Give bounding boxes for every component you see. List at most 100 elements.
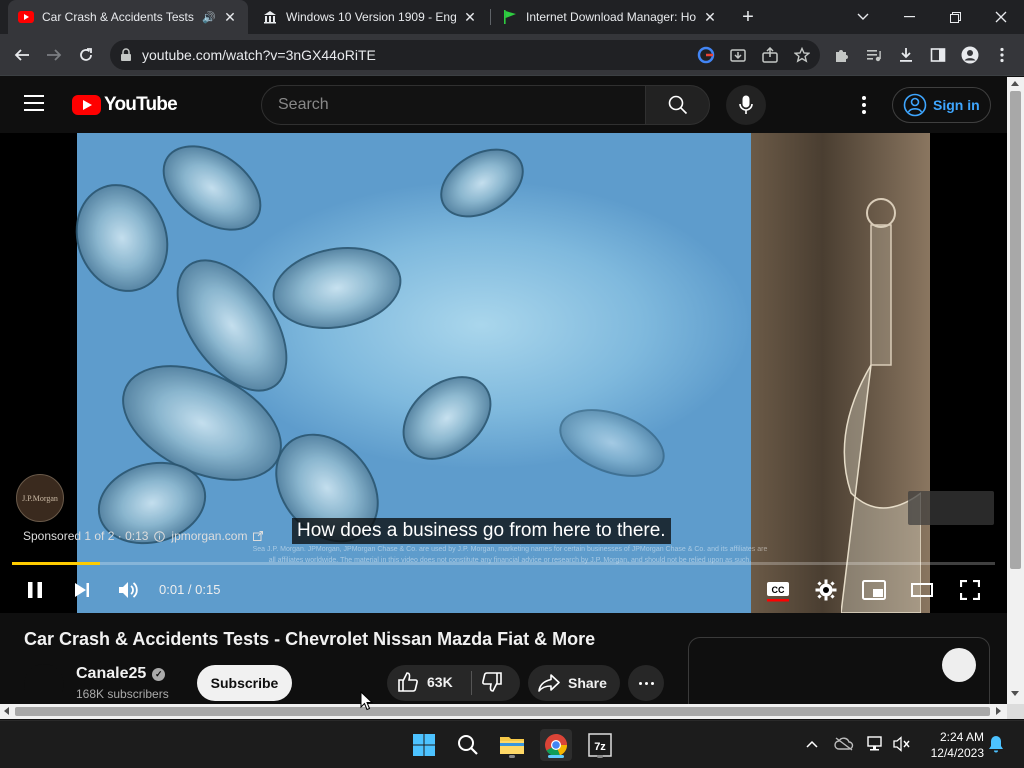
volume-muted-icon[interactable]	[892, 734, 912, 754]
network-icon[interactable]	[866, 734, 886, 754]
url-text[interactable]: youtube.com/watch?v=3nGX44oRiTE	[142, 47, 376, 63]
side-panel-avatar[interactable]	[942, 648, 976, 682]
channel-avatar[interactable]	[24, 664, 64, 704]
sign-in-button[interactable]: Sign in	[892, 87, 991, 123]
advertiser-logo[interactable]: J.P.Morgan	[16, 474, 64, 522]
svg-text:CC: CC	[772, 585, 785, 595]
minimize-button[interactable]	[886, 0, 932, 34]
browser-toolbar: youtube.com/watch?v=3nGX44oRiTE	[0, 34, 1024, 76]
horizontal-scrollbar[interactable]	[0, 704, 1007, 719]
scroll-right-arrow-icon[interactable]	[996, 707, 1001, 715]
fullscreen-button[interactable]	[955, 575, 985, 605]
notification-bell-icon[interactable]	[986, 734, 1006, 754]
theater-mode-button[interactable]	[907, 575, 937, 605]
cell-shape	[386, 359, 508, 477]
google-lens-icon[interactable]	[696, 45, 716, 65]
channel-name-row[interactable]: Canale25 ✓	[76, 665, 166, 683]
youtube-logo[interactable]: YouTube	[72, 94, 178, 116]
close-tab-icon[interactable]: ✕	[702, 9, 718, 25]
thumbs-down-icon	[482, 672, 502, 692]
more-actions-button[interactable]	[628, 665, 664, 701]
subscribe-button[interactable]: Subscribe	[197, 665, 292, 701]
info-icon[interactable]	[154, 530, 166, 542]
downloads-icon[interactable]	[892, 41, 920, 69]
external-link-icon[interactable]	[253, 531, 264, 541]
next-ad-thumbnail[interactable]	[908, 491, 994, 525]
share-page-icon[interactable]	[760, 45, 780, 65]
miniplayer-button[interactable]	[859, 575, 889, 605]
scroll-down-arrow-icon[interactable]	[1011, 691, 1019, 696]
bookmark-star-icon[interactable]	[792, 45, 812, 65]
dislike-button[interactable]	[481, 671, 503, 698]
settings-kebab-icon[interactable]	[852, 93, 876, 117]
tab-idm[interactable]: Internet Download Manager: Hov ✕	[492, 0, 728, 34]
advertiser-link[interactable]: jpmorgan.com	[171, 529, 247, 543]
onedrive-offline-icon[interactable]	[834, 734, 854, 754]
close-window-button[interactable]	[978, 0, 1024, 34]
pause-button[interactable]	[20, 575, 50, 605]
menu-hamburger-icon[interactable]	[24, 95, 48, 115]
youtube-header: YouTube Search Sign in	[0, 77, 1007, 133]
sign-in-label: Sign in	[933, 97, 980, 113]
new-tab-button[interactable]: +	[736, 5, 760, 29]
account-circle-icon	[903, 93, 927, 117]
progress-bar[interactable]	[12, 562, 995, 565]
vertical-scrollbar[interactable]	[1007, 77, 1024, 704]
browser-menu-icon[interactable]	[988, 41, 1016, 69]
search-input[interactable]: Search	[261, 85, 646, 125]
restore-button[interactable]	[932, 0, 978, 34]
address-bar[interactable]: youtube.com/watch?v=3nGX44oRiTE	[110, 40, 820, 70]
media-queue-icon[interactable]	[860, 41, 888, 69]
volume-button[interactable]	[114, 575, 144, 605]
close-tab-icon[interactable]: ✕	[222, 9, 238, 25]
scroll-left-arrow-icon[interactable]	[4, 707, 9, 715]
vertical-scroll-thumb[interactable]	[1010, 91, 1021, 569]
sponsored-text: Sponsored 1 of 2 · 0:13	[23, 529, 149, 543]
show-hidden-icons-chevron[interactable]	[802, 734, 822, 754]
video-player[interactable]: J.P.Morgan Sponsored 1 of 2 · 0:13 jpmor…	[0, 133, 1007, 613]
captions-button[interactable]: CC	[763, 575, 793, 605]
tab-car-crash[interactable]: Car Crash & Accidents Tests 🔊 ✕	[8, 0, 248, 34]
tab-windows-10[interactable]: Windows 10 Version 1909 - Engli ✕	[252, 0, 488, 34]
extensions-puzzle-icon[interactable]	[828, 41, 856, 69]
like-divider	[471, 671, 472, 695]
youtube-favicon-icon	[18, 9, 34, 25]
side-panel-icon[interactable]	[924, 41, 952, 69]
next-button[interactable]	[67, 575, 97, 605]
settings-button[interactable]	[811, 575, 841, 605]
cell-shape	[550, 395, 674, 491]
subscriber-count: 168K subscribers	[76, 687, 169, 701]
start-button[interactable]	[408, 729, 440, 761]
install-app-icon[interactable]	[728, 45, 748, 65]
close-tab-icon[interactable]: ✕	[462, 9, 478, 25]
share-button[interactable]: Share	[528, 665, 620, 701]
svg-text:7z: 7z	[594, 741, 606, 753]
channel-name[interactable]: Canale25	[76, 665, 146, 683]
tab-search-chevron-icon[interactable]	[840, 0, 886, 34]
chrome-taskbar-button[interactable]	[540, 729, 572, 761]
file-explorer-button[interactable]	[496, 729, 528, 761]
taskbar-search-button[interactable]	[452, 729, 484, 761]
playback-time: 0:01 / 0:15	[159, 582, 221, 597]
like-count: 63K	[427, 674, 453, 690]
youtube-logo-text: YouTube	[104, 94, 178, 115]
search-button[interactable]	[645, 85, 710, 125]
system-clock[interactable]: 2:24 AM 12/4/2023	[920, 729, 984, 761]
cell-shape	[266, 237, 408, 339]
building-favicon-icon	[262, 9, 278, 25]
speaker-icon[interactable]: 🔊	[202, 11, 216, 24]
forward-button[interactable]	[40, 41, 68, 69]
subtitle-caption: How does a business go from here to ther…	[292, 518, 671, 544]
like-button[interactable]: 63K	[397, 671, 453, 693]
back-button[interactable]	[8, 41, 36, 69]
profile-icon[interactable]	[956, 41, 984, 69]
reload-button[interactable]	[72, 41, 100, 69]
like-dislike-group: 63K	[387, 665, 520, 701]
7zip-taskbar-button[interactable]: 7z	[584, 729, 616, 761]
scroll-up-arrow-icon[interactable]	[1011, 81, 1019, 86]
volume-icon	[119, 582, 138, 598]
voice-search-button[interactable]	[726, 85, 766, 125]
horizontal-scroll-thumb[interactable]	[15, 707, 990, 716]
lock-icon[interactable]	[120, 48, 134, 62]
cell-shape	[60, 170, 184, 306]
